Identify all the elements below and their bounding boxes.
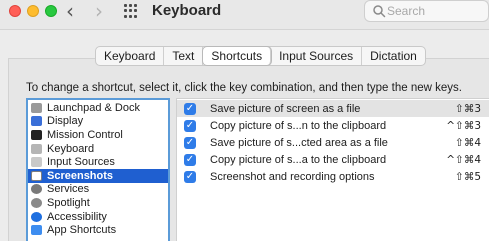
shortcut-keys[interactable]: ⇧⌘4	[455, 137, 481, 149]
spotlight-icon	[31, 197, 42, 208]
category-label: Accessibility	[47, 210, 107, 223]
input-sources-icon	[31, 157, 42, 168]
category-accessibility[interactable]: Accessibility	[28, 210, 168, 224]
minimize-window-button[interactable]	[27, 5, 39, 17]
category-app-shortcuts[interactable]: App Shortcuts	[28, 223, 168, 237]
category-screenshots[interactable]: Screenshots	[28, 169, 168, 183]
category-label: Mission Control	[47, 128, 123, 141]
category-input-sources[interactable]: Input Sources	[28, 155, 168, 169]
category-display[interactable]: Display	[28, 115, 168, 129]
category-mission-control[interactable]: Mission Control	[28, 128, 168, 142]
tab-bar: Keyboard Text Shortcuts Input Sources Di…	[95, 46, 426, 66]
shortcut-checkbox[interactable]: ✓	[184, 153, 196, 166]
shortcut-list: ✓ Save picture of screen as a file ⇧⌘3 ✓…	[176, 98, 489, 241]
tab-dictation[interactable]: Dictation	[362, 47, 425, 65]
shortcut-row[interactable]: ✓ Screenshot and recording options ⇧⌘5	[177, 168, 489, 185]
tab-shortcuts[interactable]: Shortcuts	[203, 47, 272, 65]
shortcut-label: Save picture of s...cted area as a file	[210, 136, 388, 149]
window-toolbar: ‹ › Keyboard Search	[0, 0, 489, 30]
gear-icon	[31, 184, 42, 195]
shortcut-label: Copy picture of s...n to the clipboard	[210, 119, 387, 132]
app-shortcuts-icon	[31, 225, 42, 236]
window-title: Keyboard	[152, 2, 222, 19]
category-spotlight[interactable]: Spotlight	[28, 196, 168, 210]
show-all-grid-icon[interactable]	[124, 4, 138, 18]
mission-control-icon	[31, 129, 42, 140]
shortcut-label: Save picture of screen as a file	[210, 102, 361, 115]
shortcut-label: Copy picture of s...a to the clipboard	[210, 153, 387, 166]
category-label: Display	[47, 115, 84, 128]
forward-arrow-icon[interactable]: ›	[95, 0, 103, 22]
keyboard-icon	[31, 143, 42, 154]
shortcut-checkbox[interactable]: ✓	[184, 170, 196, 183]
shortcut-keys[interactable]: ^⇧⌘4	[446, 154, 481, 166]
shortcut-checkbox[interactable]: ✓	[184, 119, 196, 132]
category-label: App Shortcuts	[47, 224, 117, 237]
display-icon	[31, 116, 42, 127]
close-window-button[interactable]	[9, 5, 21, 17]
search-field[interactable]: Search	[364, 0, 489, 22]
accessibility-icon	[31, 211, 42, 222]
category-label: Input Sources	[47, 156, 115, 169]
shortcut-label: Screenshot and recording options	[210, 170, 375, 183]
category-label: Launchpad & Dock	[47, 101, 140, 114]
shortcut-keys[interactable]: ⇧⌘5	[455, 171, 481, 183]
search-placeholder: Search	[387, 4, 426, 18]
instruction-text: To change a shortcut, select it, click t…	[26, 82, 462, 94]
shortcut-row[interactable]: ✓ Save picture of screen as a file ⇧⌘3	[177, 100, 489, 117]
shortcut-keys[interactable]: ⇧⌘3	[455, 103, 481, 115]
category-services[interactable]: Services	[28, 183, 168, 197]
tab-text[interactable]: Text	[164, 47, 204, 65]
category-launchpad-dock[interactable]: Launchpad & Dock	[28, 101, 168, 115]
tab-input-sources[interactable]: Input Sources	[271, 47, 363, 65]
back-arrow-icon[interactable]: ‹	[66, 0, 74, 22]
category-keyboard[interactable]: Keyboard	[28, 142, 168, 156]
search-icon	[373, 5, 386, 18]
zoom-window-button[interactable]	[45, 5, 57, 17]
category-label: Spotlight	[47, 196, 90, 209]
shortcut-checkbox[interactable]: ✓	[184, 102, 196, 115]
screenshot-icon	[31, 170, 42, 181]
launchpad-icon	[31, 102, 42, 113]
shortcut-checkbox[interactable]: ✓	[184, 136, 196, 149]
shortcut-row[interactable]: ✓ Copy picture of s...a to the clipboard…	[177, 151, 489, 168]
category-label: Screenshots	[47, 169, 114, 182]
category-label: Keyboard	[47, 142, 95, 155]
category-list: Launchpad & Dock Display Mission Control…	[26, 98, 170, 241]
shortcut-keys[interactable]: ^⇧⌘3	[446, 120, 481, 132]
shortcut-row[interactable]: ✓ Copy picture of s...n to the clipboard…	[177, 117, 489, 134]
shortcut-row[interactable]: ✓ Save picture of s...cted area as a fil…	[177, 134, 489, 151]
category-label: Services	[47, 183, 90, 196]
tab-keyboard[interactable]: Keyboard	[96, 47, 165, 65]
